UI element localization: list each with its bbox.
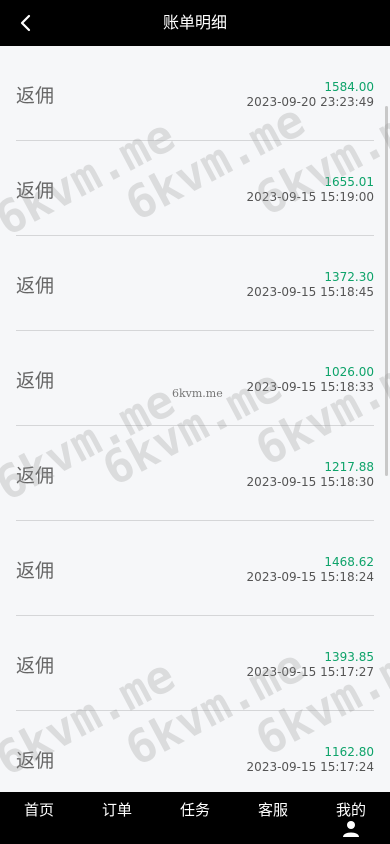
page-title: 账单明细 <box>162 13 227 32</box>
tab-label: 订单 <box>101 801 132 819</box>
list-item[interactable]: 返佣 1584.00 2023-09-20 23:23:49 <box>16 46 374 141</box>
user-icon <box>343 821 359 837</box>
record-type: 返佣 <box>16 750 55 772</box>
record-type: 返佣 <box>16 465 55 487</box>
record-time: 2023-09-15 15:18:24 <box>246 570 374 584</box>
record-amount: 1584.00 <box>324 80 374 94</box>
record-amount: 1026.00 <box>324 365 374 379</box>
list-item[interactable]: 返佣 1026.00 2023-09-15 15:18:33 <box>16 331 374 426</box>
record-amount: 1372.30 <box>324 270 374 284</box>
tab-label: 我的 <box>335 801 366 819</box>
bottom-tab-bar: 首页 订单 任务 客服 我的 <box>0 792 390 844</box>
record-type: 返佣 <box>16 655 55 677</box>
tab-mine[interactable]: 我的 <box>312 792 390 844</box>
list-item[interactable]: 返佣 1655.01 2023-09-15 15:19:00 <box>16 141 374 236</box>
header-bar: 账单明细 <box>0 0 390 46</box>
record-amount: 1217.88 <box>324 460 374 474</box>
record-time: 2023-09-15 15:17:27 <box>246 665 374 679</box>
record-time: 2023-09-15 15:17:24 <box>246 760 374 774</box>
tab-label: 首页 <box>23 801 54 819</box>
record-amount: 1162.80 <box>324 745 374 759</box>
record-type: 返佣 <box>16 560 55 582</box>
list-item[interactable]: 返佣 1468.62 2023-09-15 15:18:24 <box>16 521 374 616</box>
tab-label: 任务 <box>179 801 210 819</box>
tab-label: 客服 <box>257 801 288 819</box>
list-item[interactable]: 返佣 1162.80 2023-09-15 15:17:24 <box>16 711 374 792</box>
record-type: 返佣 <box>16 85 55 107</box>
record-time: 2023-09-15 15:18:33 <box>246 380 374 394</box>
record-amount: 1655.01 <box>324 175 374 189</box>
record-time: 2023-09-15 15:18:45 <box>246 285 374 299</box>
record-time: 2023-09-15 15:19:00 <box>246 190 374 204</box>
list-item[interactable]: 返佣 1372.30 2023-09-15 15:18:45 <box>16 236 374 331</box>
list-item[interactable]: 返佣 1393.85 2023-09-15 15:17:27 <box>16 616 374 711</box>
record-time: 2023-09-15 15:18:30 <box>246 475 374 489</box>
record-time: 2023-09-20 23:23:49 <box>246 95 374 109</box>
list-item[interactable]: 返佣 1217.88 2023-09-15 15:18:30 <box>16 426 374 521</box>
record-type: 返佣 <box>16 275 55 297</box>
record-type: 返佣 <box>16 180 55 202</box>
record-amount: 1468.62 <box>324 555 374 569</box>
record-amount: 1393.85 <box>324 650 374 664</box>
tab-orders[interactable]: 订单 <box>78 792 156 844</box>
tab-service[interactable]: 客服 <box>234 792 312 844</box>
scrollbar[interactable] <box>385 106 388 476</box>
tab-home[interactable]: 首页 <box>0 792 78 844</box>
tab-tasks[interactable]: 任务 <box>156 792 234 844</box>
bill-list[interactable]: 返佣 1584.00 2023-09-20 23:23:49 返佣 1655.0… <box>0 46 390 792</box>
record-type: 返佣 <box>16 370 55 392</box>
